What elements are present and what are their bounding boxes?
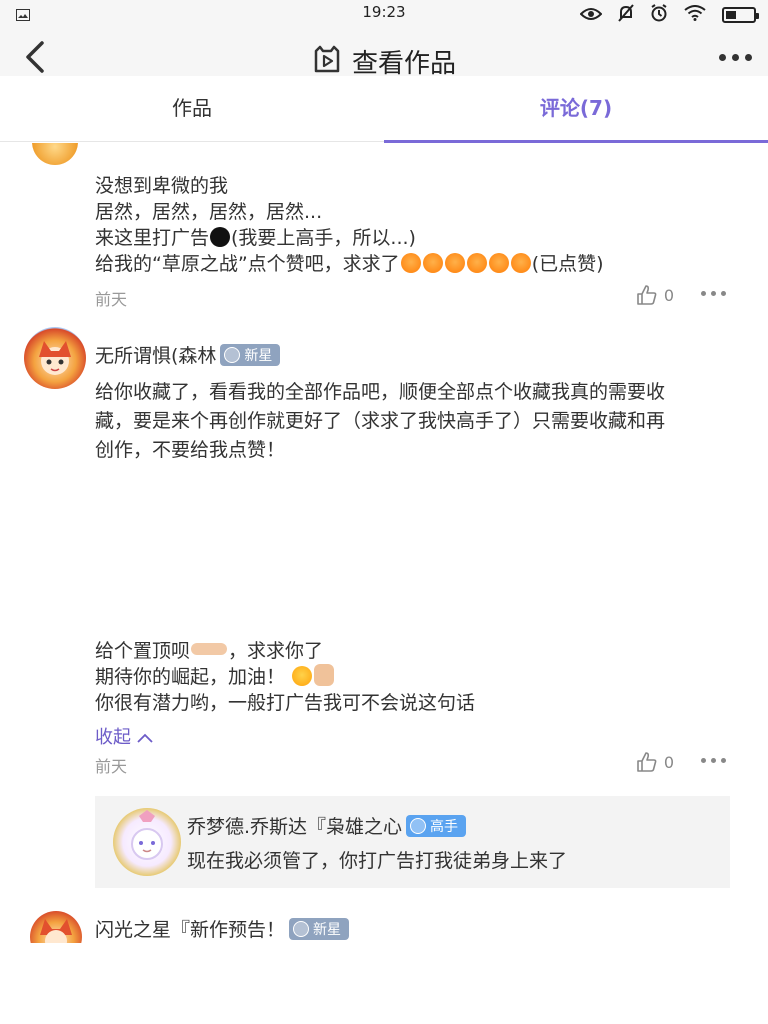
header: 查看作品 [0, 26, 768, 79]
comment-username[interactable]: 闪光之星『新作预告！ 新星 [95, 915, 350, 942]
comment-username[interactable]: 无所谓惧(森林 新星 [95, 341, 281, 368]
chevron-up-icon [137, 733, 153, 743]
thumbs-up-icon [637, 752, 657, 772]
thumbs-up-icon [637, 285, 657, 305]
reply-avatar[interactable] [113, 808, 181, 876]
like-button[interactable]: 0 [636, 751, 674, 773]
dot [732, 54, 739, 61]
comment-line: 来这里打广告 (我要上高手，所以...) [95, 227, 416, 249]
star-badge-icon [224, 346, 241, 363]
username-text: 无所谓惧(森林 [95, 345, 217, 367]
tab-works[interactable]: 作品 [0, 76, 384, 142]
emoji-icon [510, 253, 531, 273]
collapse-button[interactable]: 收起 [95, 723, 153, 749]
badge-label: 新星 [313, 921, 342, 938]
level-badge: 新星 [220, 343, 281, 366]
status-bar: 19:23 [0, 0, 768, 26]
username-text: 闪光之星『新作预告！ [95, 919, 286, 941]
dot [721, 758, 726, 763]
comment-more-button[interactable] [701, 291, 726, 296]
comment-line: 藏，要是来个再创作就更好了（求求了我快高手了）只需要收藏和再 [95, 410, 666, 432]
reply-username[interactable]: 乔梦德.乔斯达『枭雄之心 高手 [187, 812, 467, 839]
emoji-icon [422, 253, 443, 273]
tab-comments-label: 评论(7) [539, 96, 613, 120]
mute-icon [618, 4, 634, 26]
dot [721, 291, 726, 296]
like-button[interactable]: 0 [636, 284, 674, 306]
dot [745, 54, 752, 61]
level-badge: 新星 [289, 917, 350, 940]
comment-more-button[interactable] [701, 758, 726, 763]
emoji-icon [210, 227, 231, 247]
avatar-character-icon [131, 810, 163, 860]
alarm-icon [650, 4, 668, 26]
comment-line: 没想到卑微的我 [95, 175, 229, 197]
wifi-icon [684, 5, 706, 25]
tab-comments[interactable]: 评论(7) [384, 76, 768, 143]
dot [711, 291, 716, 296]
badge-label: 高手 [430, 818, 459, 835]
emoji-icon [444, 253, 465, 273]
battery-icon [722, 7, 759, 23]
diamond-badge-icon [410, 817, 427, 834]
badge-label: 新星 [244, 347, 273, 364]
comment-line: 期待你的崛起，加油！ [95, 664, 475, 690]
thumbs-up-emoji-icon [314, 664, 335, 686]
star-badge-icon [293, 920, 310, 937]
avatar[interactable] [30, 911, 82, 943]
comment-text-continued: 给个置顶呗 ，求求你了 期待你的崛起，加油！ 你很有潜力哟，一般打广告我可不会说这… [95, 638, 475, 716]
comment-line: 给我的“草原之战”点个赞吧，求求了 (已点赞) [95, 253, 604, 275]
like-count: 0 [663, 752, 674, 772]
emoji-icon [466, 253, 487, 273]
comment-time: 前天 [95, 757, 128, 776]
tab-bar: 作品 评论(7) [0, 76, 768, 143]
emoji-icon [400, 253, 421, 273]
avatar-face-icon [39, 341, 71, 375]
pointing-hand-icon [191, 643, 228, 655]
emoji-icon [488, 253, 509, 273]
reply-text: 现在我必须管了，你打广告打我徒弟身上来了 [187, 850, 568, 872]
comment-line: 给个置顶呗 ，求求你了 [95, 640, 324, 662]
avatar[interactable] [32, 143, 78, 165]
reply-box[interactable]: 乔梦德.乔斯达『枭雄之心 高手 现在我必须管了，你打广告打我徒弟身上来了 [95, 796, 730, 888]
comment-line: 居然，居然，居然，居然... [95, 201, 323, 223]
comment-line: 给你收藏了，看看我的全部作品吧，顺便全部点个收藏我真的需要收 [95, 381, 666, 403]
level-badge: 高手 [406, 814, 467, 837]
video-icon [312, 45, 342, 79]
comment-text: 没想到卑微的我 居然，居然，居然，居然... 来这里打广告 (我要上高手，所以..… [95, 173, 604, 277]
avatar[interactable] [24, 327, 86, 389]
more-options-button[interactable] [719, 54, 752, 61]
username-text: 乔梦德.乔斯达『枭雄之心 [187, 816, 403, 838]
emoji-icon [292, 666, 313, 686]
dot [711, 758, 716, 763]
collapse-label: 收起 [95, 727, 131, 748]
dot [701, 758, 706, 763]
comment-text: 给你收藏了，看看我的全部作品吧，顺便全部点个收藏我真的需要收 藏，要是来个再创作… [95, 378, 665, 465]
eye-icon [579, 6, 603, 25]
comment-line: 创作，不要给我点赞！ [95, 439, 286, 461]
dot [701, 291, 706, 296]
like-count: 0 [663, 285, 674, 305]
avatar-face-icon [40, 919, 72, 943]
comment-time: 前天 [95, 290, 128, 309]
comment-line: 你很有潜力哟，一般打广告我可不会说这句话 [95, 692, 476, 714]
dot [719, 54, 726, 61]
page-title: 查看作品 [351, 49, 456, 79]
comment-list[interactable]: 没想到卑微的我 居然，居然，居然，居然... 来这里打广告 (我要上高手，所以..… [0, 143, 768, 943]
